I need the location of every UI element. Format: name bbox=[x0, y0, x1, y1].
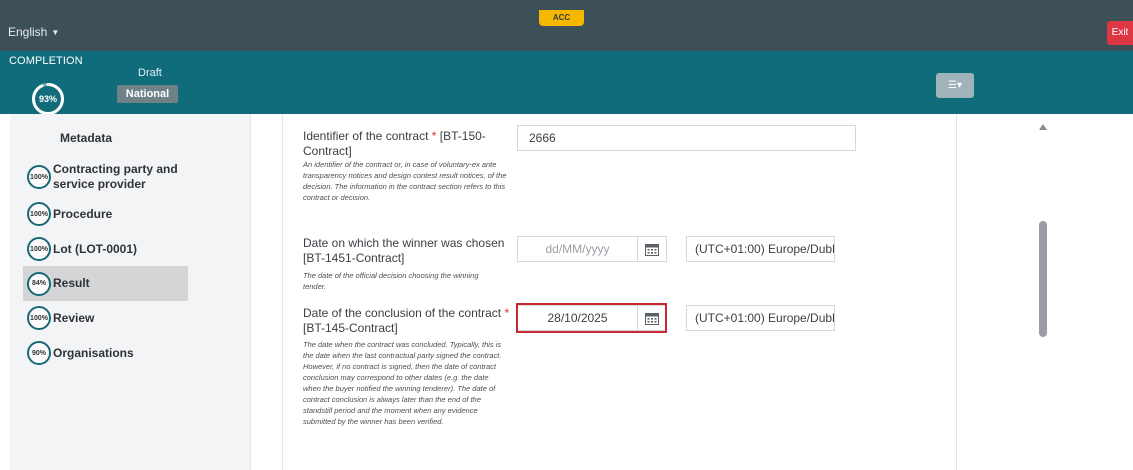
calendar-icon bbox=[645, 243, 659, 256]
sidebar-item-lot[interactable]: 100% Lot (LOT-0001) bbox=[27, 237, 193, 261]
progress-circle: 100% bbox=[27, 165, 51, 189]
sidebar-item-label: Procedure bbox=[53, 206, 113, 221]
field-label-winner-date: Date on which the winner was chosen [BT-… bbox=[303, 236, 508, 266]
caret-down-icon: ▼ bbox=[51, 28, 60, 37]
form-panel-left-border bbox=[282, 114, 283, 470]
timezone-select[interactable]: (UTC+01:00) Europe/Dubli bbox=[686, 236, 835, 262]
field-label-code: [BT-145-Contract] bbox=[303, 321, 398, 335]
sidebar-item-label: Contracting party and service provider bbox=[53, 162, 178, 191]
field-label-conclusion-date: Date of the conclusion of the contract *… bbox=[303, 306, 513, 336]
sidebar-item-label: Lot (LOT-0001) bbox=[53, 241, 138, 256]
progress-circle: 90% bbox=[27, 341, 51, 365]
progress-circle: 84% bbox=[27, 271, 51, 296]
progress-circle: 100% bbox=[27, 237, 51, 261]
sidebar-item-metadata[interactable]: Metadata bbox=[60, 131, 226, 146]
scroll-up-arrow-icon[interactable] bbox=[1039, 124, 1047, 130]
sidebar-item-label: Metadata bbox=[60, 131, 113, 145]
completion-percent: 93% bbox=[38, 94, 57, 104]
field-description: An identifier of the contract or, in cas… bbox=[303, 160, 507, 202]
required-marker: * bbox=[431, 129, 437, 143]
field-description: The date when the contract was concluded… bbox=[303, 340, 502, 426]
language-label: English bbox=[8, 25, 48, 39]
field-label-code: [BT-1451-Contract] bbox=[303, 251, 405, 265]
environment-badge: ACC bbox=[539, 10, 584, 26]
required-marker: * bbox=[504, 306, 510, 320]
scrollbar-thumb[interactable] bbox=[1039, 221, 1047, 337]
exit-button[interactable]: Exit bbox=[1107, 21, 1133, 45]
form-panel-right-border bbox=[956, 114, 957, 470]
scope-badge: National bbox=[117, 85, 178, 103]
top-bar: English ▼ ACC Exit bbox=[0, 0, 1133, 51]
contract-identifier-input[interactable]: 2666 bbox=[517, 125, 856, 151]
sidebar-item-label: Result bbox=[53, 276, 90, 290]
sidebar-item-contracting-party[interactable]: 100% Contracting party and service provi… bbox=[27, 160, 193, 194]
field-description: The date of the official decision choosi… bbox=[303, 271, 479, 291]
sidebar-item-result[interactable]: 84% Result bbox=[23, 266, 188, 301]
sidebar-item-review[interactable]: 100% Review bbox=[27, 306, 193, 330]
calendar-button[interactable] bbox=[637, 236, 667, 262]
language-selector[interactable]: English ▼ bbox=[8, 25, 59, 39]
field-label-contract-identifier: Identifier of the contract * [BT-150-Con… bbox=[303, 129, 508, 159]
completion-label: COMPLETION bbox=[9, 55, 83, 67]
sidebar-item-label: Review bbox=[53, 310, 95, 325]
sidebar-item-procedure[interactable]: 100% Procedure bbox=[27, 202, 193, 226]
status-label: Draft bbox=[138, 67, 162, 79]
winner-date-input[interactable]: dd/MM/yyyy bbox=[517, 236, 638, 262]
timezone-select[interactable]: (UTC+01:00) Europe/Dubli bbox=[686, 305, 835, 331]
filter-button[interactable]: ☰▾ bbox=[936, 73, 974, 98]
field-label-text: Identifier of the contract bbox=[303, 129, 429, 143]
sliders-icon: ☰▾ bbox=[948, 80, 962, 91]
field-label-text: Date of the conclusion of the contract bbox=[303, 306, 502, 320]
progress-circle: 100% bbox=[27, 306, 51, 330]
highlight-box bbox=[516, 303, 667, 333]
progress-circle: 100% bbox=[27, 202, 51, 226]
sidebar-item-label: Organisations bbox=[53, 345, 134, 360]
field-label-text: Date on which the winner was chosen bbox=[303, 236, 505, 250]
sidebar-item-organisations[interactable]: 90% Organisations bbox=[27, 341, 193, 365]
